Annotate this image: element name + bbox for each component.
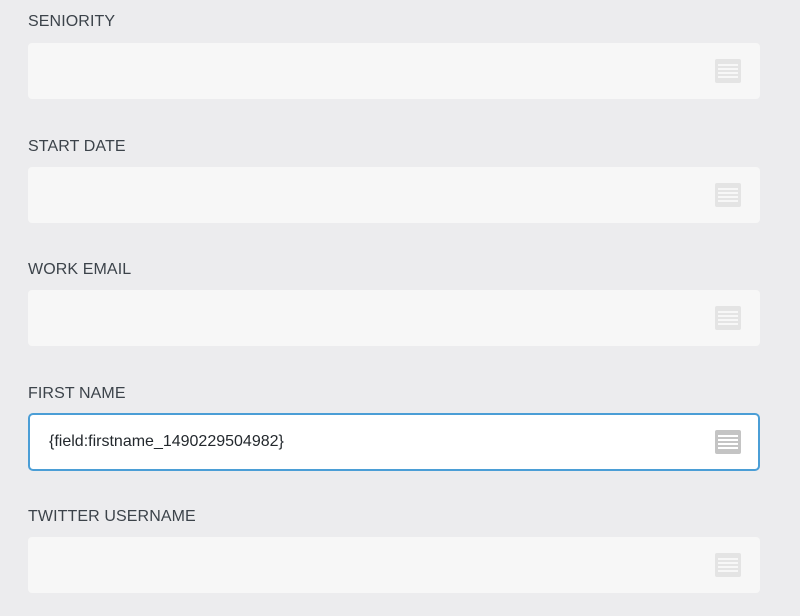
- first-name-input[interactable]: {field:firstname_1490229504982}: [28, 413, 760, 471]
- merge-tags-icon[interactable]: [715, 553, 741, 577]
- twitter-username-input[interactable]: [28, 537, 760, 593]
- work-email-input[interactable]: [28, 290, 760, 346]
- seniority-input[interactable]: [28, 43, 760, 99]
- start-date-input[interactable]: [28, 167, 760, 223]
- merge-tags-icon[interactable]: [715, 59, 741, 83]
- form-fields: SENIORITY START DATE WORK EMAIL FIRST NA…: [0, 0, 800, 616]
- first-name-value: {field:firstname_1490229504982}: [49, 433, 284, 450]
- merge-tags-icon[interactable]: [715, 183, 741, 207]
- work-email-label: WORK EMAIL: [28, 261, 132, 278]
- merge-tags-icon[interactable]: [715, 430, 741, 454]
- start-date-label: START DATE: [28, 138, 126, 155]
- merge-tags-icon[interactable]: [715, 306, 741, 330]
- first-name-label: FIRST NAME: [28, 385, 126, 402]
- seniority-label: SENIORITY: [28, 13, 116, 30]
- twitter-username-label: TWITTER USERNAME: [28, 508, 196, 525]
